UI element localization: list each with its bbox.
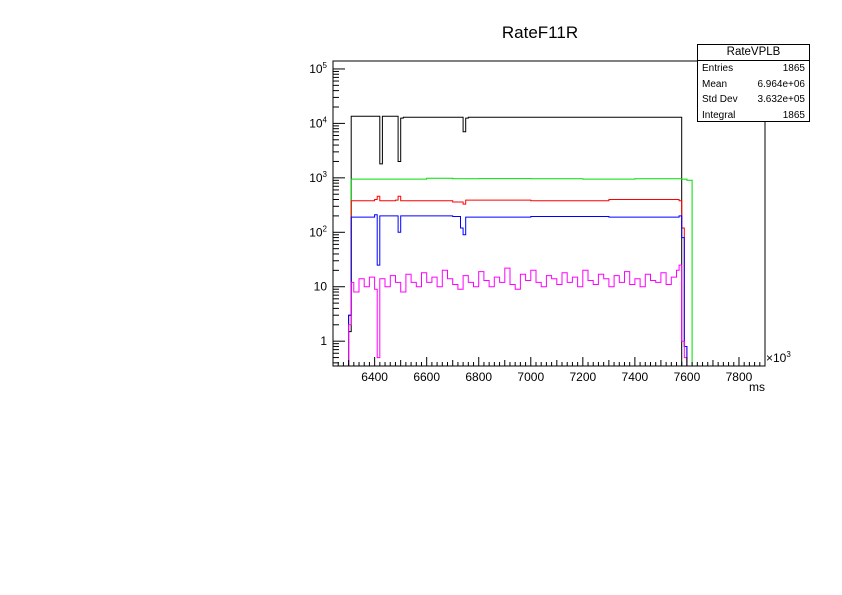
stats-value: 3.632e+05 xyxy=(757,94,805,105)
stats-row-stddev: Std Dev 3.632e+05 xyxy=(698,92,809,108)
series-line xyxy=(333,177,765,367)
stats-value: 1865 xyxy=(782,63,805,74)
x-axis: 6400 6600 6800 7000 7200 7400 7600 7800 xyxy=(337,357,766,384)
chart-title: RateF11R xyxy=(502,23,578,42)
stats-label: Std Dev xyxy=(702,94,738,105)
y-tick-label: 10 xyxy=(314,280,328,294)
x-tick-label: 7000 xyxy=(517,370,544,384)
stats-value: 1865 xyxy=(782,109,805,121)
y-tick-label: 1 xyxy=(320,334,327,348)
stats-label: Integral xyxy=(702,109,736,121)
stats-row-integral: Integral 1865 xyxy=(698,108,809,124)
stats-label: Mean xyxy=(702,78,728,90)
stats-label: Entries xyxy=(702,63,734,74)
stats-row-mean: Mean 6.964e+06 xyxy=(698,77,809,93)
series-line xyxy=(333,214,765,367)
stats-row-entries: Entries 1865 xyxy=(698,61,809,77)
series-layer xyxy=(333,115,765,367)
x-tick-label: 7400 xyxy=(622,370,649,384)
y-tick-label: 105 xyxy=(309,61,327,76)
series-line xyxy=(333,264,765,367)
stats-title: RateVPLB xyxy=(698,45,809,61)
x-tick-label: 6600 xyxy=(413,370,440,384)
stats-box: RateVPLB Entries 1865 Mean 6.964e+06 Std… xyxy=(697,44,810,122)
x-tick-label: 7600 xyxy=(674,370,701,384)
y-tick-label: 104 xyxy=(309,115,327,130)
y-tick-label: 103 xyxy=(309,170,327,185)
x-tick-label: 7200 xyxy=(569,370,596,384)
x-tick-label: 6400 xyxy=(361,370,388,384)
stats-value: 6.964e+06 xyxy=(757,78,805,90)
x-axis-label: ms xyxy=(749,380,765,394)
x-tick-label: 6800 xyxy=(465,370,492,384)
y-tick-label: 102 xyxy=(309,224,327,239)
x-axis-multiplier: ×103 xyxy=(766,350,791,365)
y-axis: 1 10 102 103 104 105 xyxy=(309,61,345,364)
series-line xyxy=(333,115,765,367)
